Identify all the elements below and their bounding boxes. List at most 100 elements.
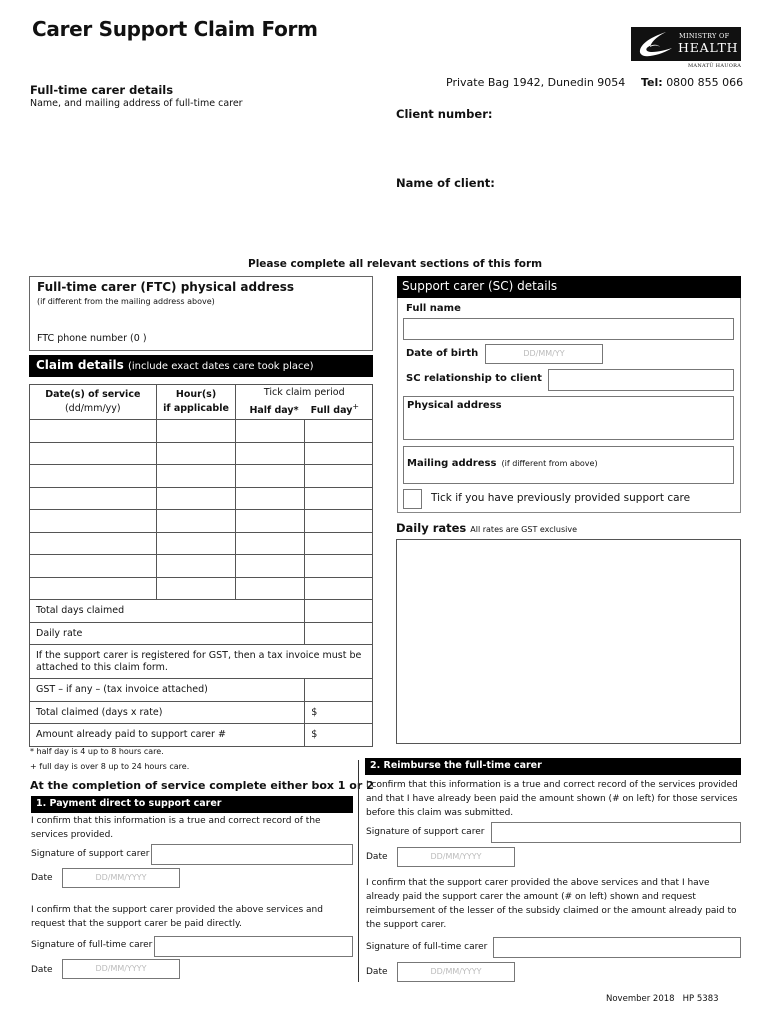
date-cell[interactable] (29, 531, 157, 555)
ftc-physical-address-box[interactable]: Full-time carer (FTC) physical address (… (29, 276, 373, 351)
claim-table-header: Date(s) of service (dd/mm/yy) Hour(s) if a… (29, 384, 373, 420)
full-day-cell[interactable] (304, 486, 373, 510)
mailing-address-input[interactable]: Mailing address (if different from above… (403, 446, 734, 484)
hours-cell[interactable] (155, 531, 237, 555)
box2-confirm1: I confirm that this information is a tru… (366, 780, 738, 818)
daily-rates-box (396, 539, 741, 744)
date-cell[interactable] (29, 441, 157, 465)
hours-cell[interactable] (155, 486, 237, 510)
date-cell[interactable] (29, 464, 157, 488)
claim-row (29, 554, 373, 578)
header-date-title: Date(s) of service (45, 389, 141, 400)
full-day-cell[interactable] (304, 441, 373, 465)
box2-sig-sc-input[interactable] (491, 822, 741, 843)
total-days-label: Total days claimed (28, 599, 306, 623)
client-number-label: Client number: (396, 107, 493, 121)
box2-date2-input[interactable]: DD/MM/YYYY (397, 962, 515, 982)
dob-label: Date of birth (406, 348, 479, 359)
box2-bar: 2. Reimburse the full-time carer (365, 758, 741, 775)
mailing-address-label: Mailing address (407, 458, 497, 469)
header-date-format: (dd/mm/yy) (64, 403, 121, 414)
physical-address-input[interactable]: Physical address (403, 396, 734, 440)
relationship-input[interactable] (548, 369, 734, 391)
full-day-cell[interactable] (304, 554, 373, 578)
full-day-cell[interactable] (304, 419, 373, 443)
header-hours-title: Hour(s) (175, 389, 217, 400)
full-day-cell[interactable] (304, 509, 373, 533)
claim-row (29, 486, 373, 510)
date-cell[interactable] (29, 554, 157, 578)
box1-date2-input[interactable]: DD/MM/YYYY (62, 959, 180, 979)
claim-row (29, 441, 373, 465)
footer-reference: November 2018 HP 5383 (606, 994, 719, 1004)
full-name-input[interactable] (403, 318, 734, 340)
full-name-label: Full name (406, 303, 461, 314)
total-claimed-cell[interactable]: $ (304, 700, 373, 724)
already-paid-cell[interactable]: $ (304, 723, 373, 747)
logo-subtitle: MANATŪ HAUORA (688, 63, 742, 69)
box1-bar: 1. Payment direct to support carer (31, 796, 353, 813)
hours-cell[interactable] (155, 509, 237, 533)
claim-row (29, 509, 373, 533)
hours-cell[interactable] (155, 419, 237, 443)
half-day-cell[interactable] (235, 486, 306, 510)
box2-sig-ftc-input[interactable] (493, 937, 741, 958)
daily-rate-cell[interactable] (304, 621, 373, 645)
box2-date-input[interactable]: DD/MM/YYYY (397, 847, 515, 867)
total-days-cell[interactable] (304, 599, 373, 623)
half-day-cell[interactable] (235, 464, 306, 488)
hours-cell[interactable] (155, 554, 237, 578)
full-day-cell[interactable] (304, 464, 373, 488)
ministry-of-health-logo: MINISTRY OF HEALTH (631, 27, 741, 61)
previous-care-checkbox[interactable] (403, 489, 422, 509)
relationship-label: SC relationship to client (406, 373, 542, 384)
header-tick-period: Tick claim period Half day* Full day+ (235, 384, 373, 420)
claim-details-note: (include exact dates care took place) (127, 361, 314, 372)
date-cell[interactable] (29, 576, 157, 600)
mailing-address-note: (if different from above) (501, 459, 598, 468)
box1-sig-ftc-input[interactable] (154, 936, 353, 957)
box1-confirm2: I confirm that the support carer provide… (31, 905, 323, 929)
half-day-cell[interactable] (235, 554, 306, 578)
header-hours: Hour(s) if applicable (155, 384, 237, 420)
hours-cell[interactable] (155, 441, 237, 465)
instruction-text: Please complete all relevant sections of… (248, 258, 543, 270)
hours-cell[interactable] (155, 576, 237, 600)
completion-heading-or: or (349, 779, 363, 792)
box2-confirm2: I confirm that the support carer provide… (366, 878, 737, 930)
date-cell[interactable] (29, 419, 157, 443)
box1-date-label: Date (31, 873, 53, 883)
daily-rates-title: Daily rates (396, 521, 467, 535)
daily-rates-heading: Daily rates All rates are GST exclusive (396, 521, 577, 535)
full-day-cell[interactable] (304, 576, 373, 600)
hours-cell[interactable] (155, 464, 237, 488)
ftc-details-heading: Full-time carer details (30, 83, 174, 97)
header-tick-label: Tick claim period (263, 386, 345, 398)
box1-confirm1: I confirm that this information is a tru… (31, 816, 321, 840)
half-day-cell[interactable] (235, 531, 306, 555)
half-day-cell[interactable] (235, 441, 306, 465)
date-cell[interactable] (29, 509, 157, 533)
total-claimed-label: Total claimed (days x rate) (28, 700, 306, 724)
logo-line1: MINISTRY OF (679, 32, 730, 40)
box2-date-label: Date (366, 852, 388, 862)
ftc-physical-address-title: Full-time carer (FTC) physical address (37, 280, 295, 294)
box1-sig-sc-input[interactable] (151, 844, 353, 865)
ftc-details-subheading: Name, and mailing address of full-time c… (30, 98, 243, 109)
telephone: Tel: 0800 855 066 (641, 76, 743, 89)
box1-sig-sc-label: Signature of support carer (31, 849, 150, 859)
half-day-cell[interactable] (235, 509, 306, 533)
box-divider (358, 760, 359, 982)
box1-date-input[interactable]: DD/MM/YYYY (62, 868, 180, 888)
dob-input[interactable]: DD/MM/YY (485, 344, 603, 364)
half-day-cell[interactable] (235, 419, 306, 443)
ftc-physical-address-note: (if different from the mailing address a… (37, 297, 215, 306)
gst-cell[interactable] (304, 678, 373, 702)
date-cell[interactable] (29, 486, 157, 510)
half-day-cell[interactable] (235, 576, 306, 600)
box2-date2-label: Date (366, 967, 388, 977)
daily-rates-note: All rates are GST exclusive (470, 525, 578, 534)
full-day-cell[interactable] (304, 531, 373, 555)
tel-label: Tel: (641, 76, 663, 89)
tel-value: 0800 855 066 (666, 76, 744, 89)
